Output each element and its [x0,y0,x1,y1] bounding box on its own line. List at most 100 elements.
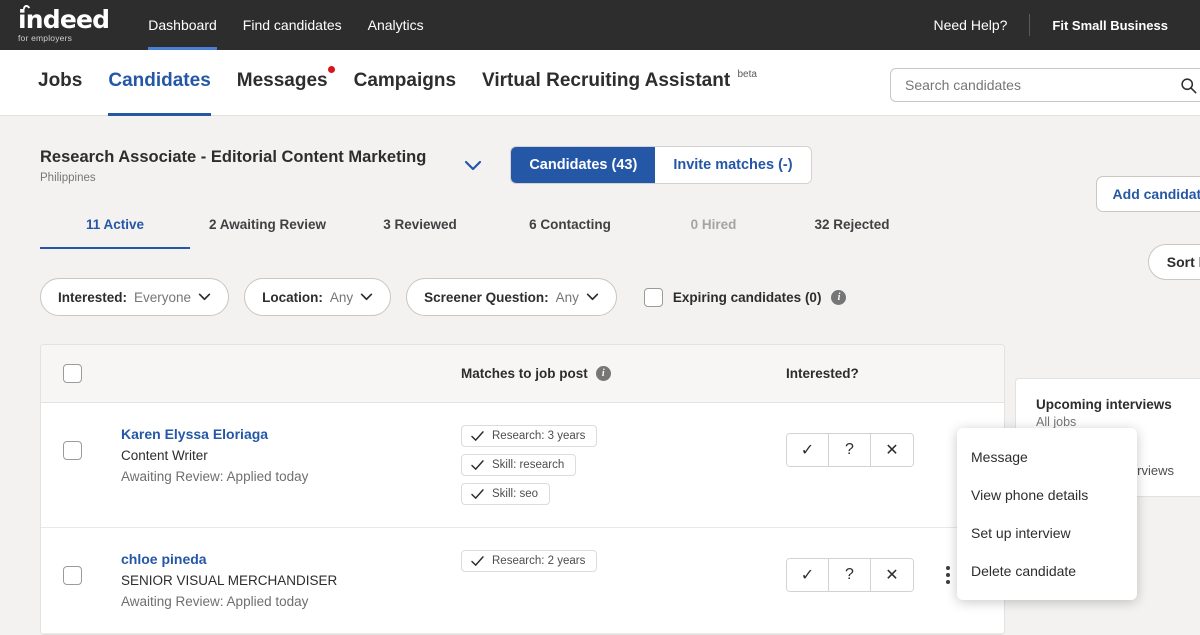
filter-screener-question[interactable]: Screener Question: Any [406,278,617,316]
nav-dashboard[interactable]: Dashboard [135,0,230,50]
expiring-candidates-checkbox[interactable] [643,287,663,307]
search-candidates-box[interactable] [890,68,1200,102]
candidate-view-switcher: Candidates (43) Invite matches (-) [510,146,812,184]
candidate-matches-cell: Research: 2 years [461,550,786,572]
candidate-info-cell: chloe pineda SENIOR VISUAL MERCHANDISER … [121,550,461,611]
expiring-candidates-filter: Expiring candidates (0) i [643,287,847,307]
interest-actions-cell: ✓ ? ✕ [786,425,982,467]
logo-tagline: for employers [18,33,73,43]
interest-maybe-button[interactable]: ? [829,559,871,591]
search-icon[interactable] [1180,77,1197,94]
select-all-checkbox[interactable] [63,364,82,383]
tab-candidates[interactable]: Candidates [95,50,223,116]
menu-item-set-up-interview[interactable]: Set up interview [957,514,1137,552]
beta-badge: beta [737,68,757,80]
tab-campaigns-label: Campaigns [353,69,457,91]
status-tab-active[interactable]: 11 Active [40,207,190,249]
match-chip: Research: 2 years [461,550,598,572]
tab-messages-label: Messages [236,69,328,91]
status-tab-reviewed[interactable]: 3 Reviewed [345,207,495,249]
sort-by-button[interactable]: Sort by [1147,244,1200,280]
global-header: indeed for employers Dashboard Find cand… [0,0,1200,50]
matches-info-icon[interactable]: i [595,366,611,381]
tab-messages[interactable]: Messages [224,50,341,116]
nav-find-candidates[interactable]: Find candidates [230,0,355,50]
candidate-status: Awaiting Review: Applied today [121,594,309,609]
candidate-matches-cell: Research: 3 years Skill: research Skill:… [461,425,786,505]
match-chip: Skill: research [461,454,577,476]
info-icon[interactable]: i [831,289,847,305]
upcoming-interviews-scope: All jobs [1036,415,1077,429]
filter-interested-label: Interested: [58,289,128,305]
filter-interested-value: Everyone [134,289,192,305]
filter-screener-label: Screener Question: [424,289,549,305]
section-nav-items: Jobs Candidates Messages Campaigns Virtu… [20,50,768,116]
interest-no-button[interactable]: ✕ [871,434,913,466]
row-checkbox[interactable] [63,441,82,460]
candidate-role: Content Writer [121,448,208,463]
interest-yes-button[interactable]: ✓ [787,434,829,466]
candidate-name-link[interactable]: chloe pineda [121,550,461,569]
logo-wordmark: indeed [18,5,110,34]
segment-candidates[interactable]: Candidates (43) [511,147,656,183]
interest-maybe-button[interactable]: ? [829,434,871,466]
status-tab-rejected[interactable]: 32 Rejected [782,207,922,249]
tab-vra-label: Virtual Recruiting Assistant [482,69,731,91]
job-selector-chevron-down-icon[interactable] [464,160,482,171]
candidate-actions-menu: Message View phone details Set up interv… [957,428,1137,600]
header-interested-column: Interested? [786,365,982,383]
chevron-down-icon [198,293,211,301]
global-header-right: Need Help? Fit Small Business [933,14,1182,36]
filter-interested[interactable]: Interested: Everyone [40,278,230,316]
filter-location-label: Location: [262,289,323,305]
table-row[interactable]: Karen Elyssa Eloriaga Content Writer Awa… [41,403,1004,528]
interest-actions-cell: ✓ ? ✕ [786,550,982,592]
interest-yes-button[interactable]: ✓ [787,559,829,591]
interest-no-button[interactable]: ✕ [871,559,913,591]
tab-jobs-label: Jobs [38,69,83,91]
tab-campaigns[interactable]: Campaigns [341,50,469,116]
row-select-cell [63,550,121,585]
candidate-name-link[interactable]: Karen Elyssa Eloriaga [121,425,461,444]
filter-location[interactable]: Location: Any [244,278,392,316]
job-location: Philippines [40,171,96,184]
check-icon [471,488,484,499]
status-tab-awaiting-review[interactable]: 2 Awaiting Review [190,207,345,249]
global-nav: Dashboard Find candidates Analytics [135,0,436,50]
tab-candidates-label: Candidates [108,69,211,91]
kebab-dot [946,566,950,570]
segment-invite-matches[interactable]: Invite matches (-) [655,147,811,183]
unread-dot-icon [327,65,335,73]
menu-item-view-phone-details[interactable]: View phone details [957,476,1137,514]
tab-jobs[interactable]: Jobs [20,50,95,116]
match-chip-label: Research: 2 years [492,555,586,567]
kebab-dot [946,573,950,577]
page-title: Research Associate - Editorial Content M… [40,147,427,166]
row-select-cell [63,425,121,460]
candidates-table: Matches to job post i Interested? Karen … [40,344,1005,635]
need-help-link[interactable]: Need Help? [933,17,1029,33]
indeed-logo[interactable]: indeed for employers [18,3,110,43]
header-interested-label: Interested? [786,365,859,381]
match-chip: Research: 3 years [461,425,598,447]
table-row[interactable]: chloe pineda SENIOR VISUAL MERCHANDISER … [41,528,1004,634]
search-input[interactable] [903,76,1180,94]
add-candidate-button[interactable]: Add candidate [1095,176,1200,212]
expiring-candidates-label: Expiring candidates (0) [672,289,822,305]
candidate-info-cell: Karen Elyssa Eloriaga Content Writer Awa… [121,425,461,486]
nav-analytics[interactable]: Analytics [355,0,437,50]
status-tab-hired[interactable]: 0 Hired [645,207,782,249]
match-chip-label: Skill: seo [492,488,539,500]
chevron-down-icon [360,293,373,301]
tab-virtual-recruiting-assistant[interactable]: Virtual Recruiting Assistant beta [469,50,768,116]
check-icon [471,555,484,566]
menu-item-delete-candidate[interactable]: Delete candidate [957,552,1137,590]
section-nav: Jobs Candidates Messages Campaigns Virtu… [0,50,1200,116]
menu-item-message[interactable]: Message [957,438,1137,476]
interest-button-group: ✓ ? ✕ [786,433,914,467]
account-menu[interactable]: Fit Small Business [1030,18,1182,33]
row-checkbox[interactable] [63,566,82,585]
chevron-down-icon [586,293,599,301]
interest-button-group: ✓ ? ✕ [786,558,914,592]
status-tab-contacting[interactable]: 6 Contacting [495,207,645,249]
